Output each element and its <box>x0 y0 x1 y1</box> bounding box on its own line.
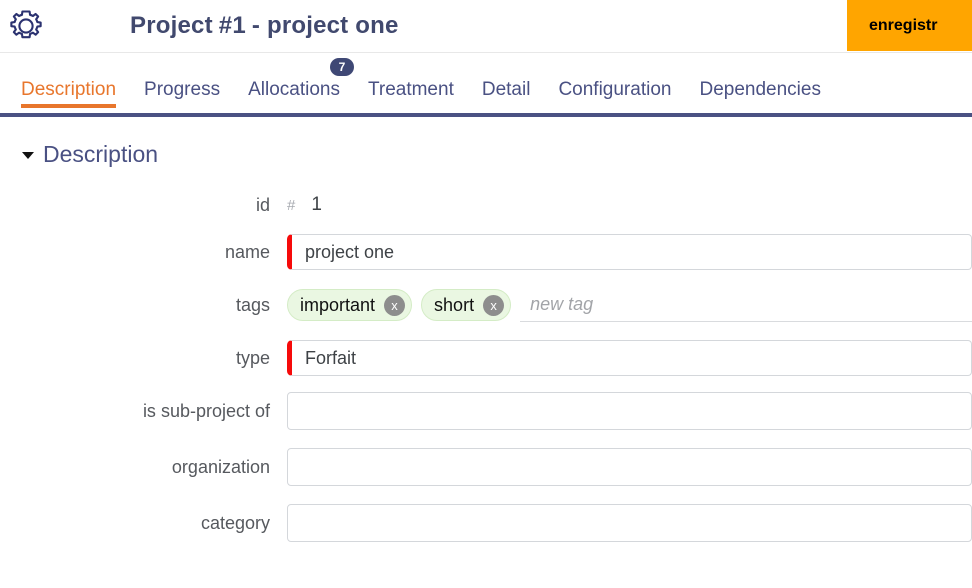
id-value: 1 <box>311 194 322 216</box>
form-row-category: category <box>0 495 972 551</box>
type-input[interactable]: Forfait <box>287 340 972 376</box>
name-input-value: project one <box>305 242 394 263</box>
tab-treatment-label: Treatment <box>368 79 454 100</box>
tag-chip-short-label: short <box>434 295 474 316</box>
form-row-sub-project: is sub-project of <box>0 383 972 439</box>
form-row-id: id # 1 <box>0 183 972 227</box>
form-row-tags: tags important x short x new tag <box>0 277 972 333</box>
tab-allocations-label: Allocations <box>248 79 340 100</box>
organization-input[interactable] <box>287 448 972 486</box>
tab-description-label: Description <box>21 79 116 100</box>
organization-label: organization <box>0 457 287 478</box>
tags-label: tags <box>0 295 287 316</box>
form-row-organization: organization <box>0 439 972 495</box>
tab-configuration[interactable]: Configuration <box>558 80 671 113</box>
tab-configuration-label: Configuration <box>558 79 671 100</box>
app-header: Project#1- project one enregistr <box>0 0 972 53</box>
category-label: category <box>0 513 287 534</box>
remove-tag-icon[interactable]: x <box>384 295 405 316</box>
allocations-count-badge: 7 <box>330 58 354 76</box>
tab-allocations[interactable]: Allocations 7 <box>248 80 340 113</box>
name-label: name <box>0 242 287 263</box>
tab-treatment[interactable]: Treatment <box>368 80 454 113</box>
tab-progress-label: Progress <box>144 79 220 100</box>
remove-tag-icon[interactable]: x <box>483 295 504 316</box>
gear-icon[interactable] <box>0 0 52 53</box>
form-row-type: type Forfait <box>0 333 972 383</box>
tag-chip-important-label: important <box>300 295 375 316</box>
tab-dependencies-label: Dependencies <box>699 79 820 100</box>
form-row-name: name project one <box>0 227 972 277</box>
tag-chip-important[interactable]: important x <box>287 289 412 321</box>
page-title-dash: - <box>252 12 260 39</box>
section-title: Description <box>43 143 158 166</box>
page-title-id: #1 <box>219 12 246 39</box>
id-label: id <box>0 195 287 216</box>
chevron-down-icon[interactable] <box>22 152 34 159</box>
tab-detail[interactable]: Detail <box>482 80 531 113</box>
tab-description[interactable]: Description <box>21 80 116 113</box>
tag-chip-short[interactable]: short x <box>421 289 511 321</box>
new-tag-input[interactable]: new tag <box>520 289 972 322</box>
type-label: type <box>0 348 287 369</box>
tab-bar: Description Progress Allocations 7 Treat… <box>0 53 972 117</box>
description-section-header[interactable]: Description <box>0 117 972 169</box>
tab-detail-label: Detail <box>482 79 531 100</box>
sub-project-label: is sub-project of <box>0 401 287 422</box>
category-input[interactable] <box>287 504 972 542</box>
name-input[interactable]: project one <box>287 234 972 270</box>
type-input-value: Forfait <box>305 348 356 369</box>
hash-icon: # <box>287 197 295 214</box>
tab-dependencies[interactable]: Dependencies <box>699 80 820 113</box>
description-form: id # 1 name project one tags important x… <box>0 169 972 551</box>
page-title-prefix: Project <box>130 12 213 39</box>
save-button[interactable]: enregistr <box>847 0 972 51</box>
page-title-name: project one <box>267 12 399 39</box>
page-title: Project#1- project one <box>130 12 399 40</box>
tags-field: important x short x new tag <box>287 285 972 325</box>
sub-project-input[interactable] <box>287 392 972 430</box>
tab-progress[interactable]: Progress <box>144 80 220 113</box>
